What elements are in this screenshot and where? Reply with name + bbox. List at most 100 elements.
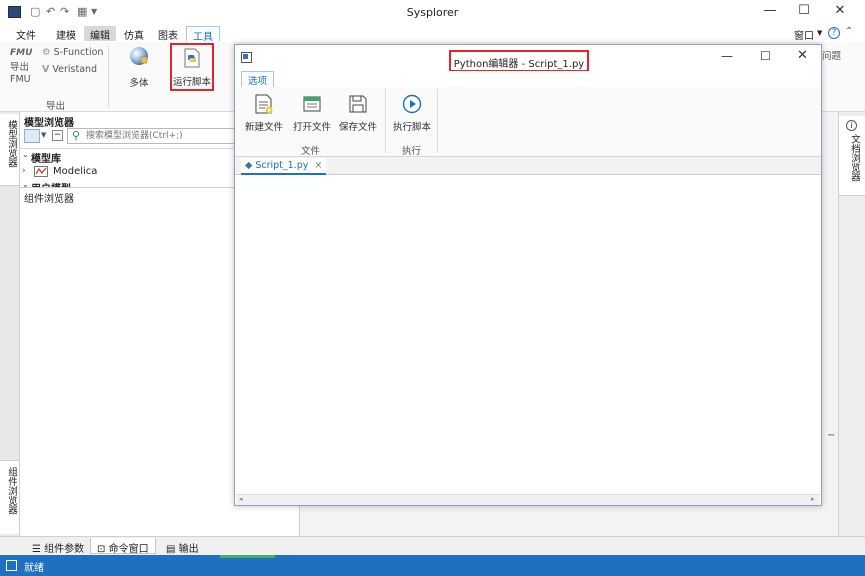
status-icon	[6, 560, 17, 571]
tab-output[interactable]: ▤ 输出	[160, 538, 205, 555]
save-file-label: 保存文件	[338, 122, 377, 133]
ribbon-divider	[385, 89, 386, 153]
close-button[interactable]: ✕	[826, 3, 854, 21]
menu-tab-edit[interactable]: 编辑	[84, 26, 116, 42]
view-mode-dropdown-icon[interactable]: ▼	[41, 131, 46, 139]
menu-tab-tools[interactable]: 工具	[186, 26, 220, 43]
document-browser-side-label: 文档浏览器	[849, 134, 860, 182]
menu-tab-model[interactable]: 建模	[50, 26, 82, 42]
status-text: 就绪	[24, 563, 44, 574]
modelica-expand-icon[interactable]: ›	[22, 166, 26, 176]
collapse-all-icon[interactable]: −	[52, 130, 63, 141]
python-editor-options-tab[interactable]: 选项	[241, 71, 275, 87]
tab-output-label: 输出	[178, 544, 199, 555]
ribbon-divider	[108, 46, 109, 108]
component-browser-title: 组件浏览器	[24, 194, 74, 205]
scroll-left-icon[interactable]: ◂	[239, 495, 243, 503]
user-models-section-label: 用户模型	[31, 180, 71, 187]
python-editor-file-tabs: ◆ Script_1.py ×	[235, 157, 821, 175]
horizontal-scrollbar[interactable]: ◂ ▸	[236, 494, 820, 505]
export-group-label: 导出	[46, 101, 66, 112]
run-script-editor-button[interactable]: 执行脚本	[389, 91, 435, 133]
run-script-button[interactable]: 运行脚本	[170, 43, 214, 91]
run-group-label: 执行	[402, 146, 422, 157]
menu-tab-file[interactable]: 文件	[10, 26, 42, 42]
ribbon-divider	[437, 89, 438, 153]
model-browser-title: 模型浏览器	[24, 118, 74, 129]
python-file-icon	[184, 48, 200, 68]
file-tab-label: Script_1.py	[255, 160, 309, 171]
model-lib-collapse-icon[interactable]: ⌄	[22, 150, 29, 159]
status-bar: 就绪	[0, 555, 865, 576]
save-file-icon	[349, 95, 367, 113]
terminal-icon: ⊡	[97, 544, 106, 555]
menu-tab-simulate[interactable]: 仿真	[118, 26, 150, 42]
app-titlebar: ▢ ↶ ↷ ▦ ▼ Sysplorer — ☐ ✕	[0, 0, 865, 24]
fmu-icon: FMU	[10, 48, 33, 58]
ribbon-collapse-icon[interactable]: ⌃	[845, 26, 853, 37]
sfunction-icon: ⚙	[42, 47, 51, 58]
python-icon: ◆	[245, 160, 253, 171]
python-editor-maximize-button[interactable]: ☐	[760, 49, 771, 63]
multibody-icon	[130, 47, 148, 65]
open-file-icon	[303, 96, 321, 112]
new-file-button[interactable]: 新建文件	[241, 91, 287, 133]
multibody-label: 多体	[129, 78, 149, 89]
search-icon: ⚲	[72, 129, 81, 142]
document-browser-side-tab[interactable]: i 文档浏览器	[839, 116, 865, 196]
sfunction-button[interactable]: ⚙ S-Function	[42, 47, 103, 58]
code-editor-area[interactable]	[236, 176, 820, 494]
panel-minimize-icon[interactable]: −	[827, 430, 835, 441]
scroll-right-icon[interactable]: ▸	[811, 495, 815, 503]
component-browser-side-tab[interactable]: 组件浏览器	[0, 460, 19, 534]
python-editor-minimize-button[interactable]: —	[721, 49, 733, 63]
status-progress-indicator	[220, 555, 275, 558]
veristand-button[interactable]: V Veristand	[42, 64, 97, 75]
model-browser-side-tab[interactable]: 模型浏览器	[0, 114, 19, 186]
open-file-button[interactable]: 打开文件	[289, 91, 335, 133]
app-title: Sysplorer	[406, 6, 459, 19]
veristand-icon: V	[42, 64, 50, 75]
python-editor-close-button[interactable]: ✕	[797, 48, 808, 63]
tab-component-params-label: 组件参数	[44, 544, 85, 555]
python-editor-ribbon: 新建文件 打开文件 保存文件 执行脚本 文件 执行	[235, 87, 821, 157]
veristand-label: Veristand	[52, 64, 98, 75]
play-icon	[402, 94, 422, 114]
tree-item-modelica[interactable]: Modelica	[53, 166, 97, 177]
file-tab-close-icon[interactable]: ×	[314, 160, 322, 171]
help-icon[interactable]: ?	[828, 27, 840, 39]
python-editor-tab-bar: 选项	[235, 71, 821, 87]
view-mode-icon[interactable]	[24, 129, 40, 143]
menu-bar: 文件 建模 编辑 仿真 图表 工具 窗口 ▼ ? ⌃	[0, 24, 865, 43]
python-editor-dialog: Python编辑器 - Script_1.py — ☐ ✕ 选项 新建文件 打开…	[234, 44, 822, 506]
export-fmu-button[interactable]: FMU 导出 FMU	[10, 48, 36, 92]
minimize-button[interactable]: —	[756, 3, 784, 21]
modelica-package-icon	[34, 166, 48, 177]
maximize-button[interactable]: ☐	[790, 3, 818, 21]
new-file-label: 新建文件	[244, 122, 283, 133]
export-fmu-label: 导出 FMU	[10, 62, 31, 85]
python-editor-titlebar: Python编辑器 - Script_1.py — ☐ ✕	[235, 45, 821, 72]
menu-tab-chart[interactable]: 图表	[152, 26, 184, 42]
python-editor-title: Python编辑器 - Script_1.py	[449, 50, 589, 72]
python-editor-app-icon	[241, 52, 252, 63]
problems-label-fragment: 问题	[822, 51, 842, 62]
run-script-label: 运行脚本	[172, 77, 211, 88]
bottom-tab-bar: ☰ 组件参数 ⊡ 命令窗口 ▤ 输出	[0, 536, 865, 555]
user-models-collapse-icon[interactable]: ⌄	[22, 180, 29, 187]
save-file-button[interactable]: 保存文件	[335, 91, 381, 133]
window-menu[interactable]: 窗口	[794, 27, 814, 42]
right-side-strip: i 文档浏览器 −	[827, 112, 865, 536]
file-group-label: 文件	[301, 146, 321, 157]
window-menu-dropdown-icon[interactable]: ▼	[817, 29, 822, 37]
model-browser-side-label: 模型浏览器	[6, 120, 17, 168]
file-tab-script1[interactable]: ◆ Script_1.py ×	[241, 158, 327, 175]
parameters-icon: ☰	[32, 544, 41, 555]
tab-command-window[interactable]: ⊡ 命令窗口	[90, 538, 156, 555]
run-script-editor-label: 执行脚本	[392, 122, 431, 133]
multibody-button[interactable]: 多体	[118, 45, 160, 89]
output-icon: ▤	[166, 544, 176, 555]
tab-component-params[interactable]: ☰ 组件参数	[26, 538, 90, 555]
sfunction-label: S-Function	[53, 47, 104, 58]
model-lib-section-label: 模型库	[31, 154, 61, 165]
